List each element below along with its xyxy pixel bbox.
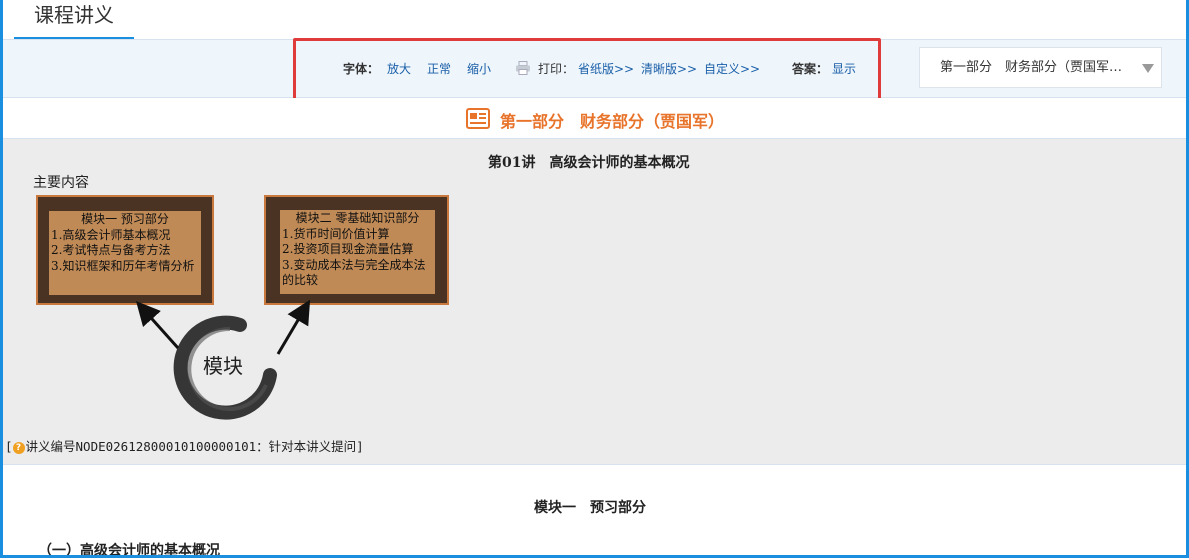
page-title-tab[interactable]: 课程讲义 — [14, 0, 134, 39]
part-selector-dropdown[interactable]: 第一部分 财务部分（贾国军… — [919, 47, 1162, 88]
module-two-head: 模块二 零基础知识部分 — [295, 211, 420, 225]
module-two-card: 模块二 零基础知识部分 1.货币时间价值计算 2.投资项目现金流量估算 3.变动… — [264, 195, 449, 305]
module-one-title: 模块一 预习部分 — [534, 500, 646, 516]
chevron-down-icon — [1142, 64, 1154, 73]
footnote-text: 讲义编号NODE02612800010100000101：针对本讲义提问] — [25, 439, 364, 454]
document-icon — [466, 108, 490, 129]
part-selector-value: 第一部分 财务部分（贾国军… — [940, 60, 1123, 75]
module-one-item: 1.高级会计师基本概况 — [51, 227, 171, 242]
footnote-bracket: [ — [5, 439, 13, 454]
section-title: 第一部分 财务部分（贾国军） — [500, 112, 725, 131]
module-one-head: 模块一 预习部分 — [81, 212, 169, 226]
module-one-item: 3.知识框架和历年考情分析 — [51, 258, 195, 273]
subsection-title: （一）高级会计师的基本概况 — [38, 543, 220, 559]
arrow-graphic — [135, 300, 311, 355]
module-one-item: 2.考试特点与备考方法 — [51, 243, 171, 257]
module-two-item: 2.投资项目现金流量估算 — [282, 242, 414, 256]
module-two-item: 3.变动成本法与完全成本法的比较 — [282, 257, 426, 288]
lecture-footnote[interactable]: [? 讲义编号NODE02612800010100000101：针对本讲义提问] — [5, 436, 364, 455]
header: 课程讲义 — [0, 0, 1189, 40]
highlight-annotation — [293, 38, 881, 102]
module-two-item: 1.货币时间价值计算 — [282, 226, 390, 241]
main-content-label: 主要内容 — [33, 175, 89, 191]
module-one-card: 模块一 预习部分 1.高级会计师基本概况 2.考试特点与备考方法 3.知识框架和… — [36, 195, 214, 305]
question-icon: ? — [12, 441, 25, 454]
lecture-title: 第01讲 高级会计师的基本概况 — [488, 155, 690, 171]
